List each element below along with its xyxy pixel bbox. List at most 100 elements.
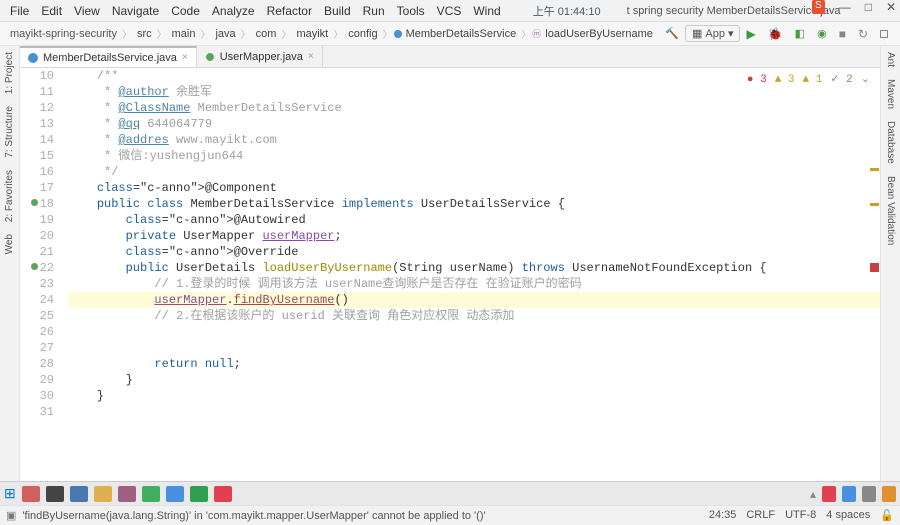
ime-icon[interactable]: S [812,0,825,14]
task-icon[interactable] [94,486,112,502]
search-button[interactable] [874,30,894,38]
window-title-tail: t spring security MemberDetailsService.j… [627,5,841,17]
task-icon[interactable] [142,486,160,502]
tool-maven[interactable]: Maven [885,73,896,115]
minimize-icon[interactable]: — [839,0,851,14]
chevron-down-icon[interactable]: ⌄ [861,72,870,88]
task-icon[interactable] [22,486,40,502]
menu-analyze[interactable]: Analyze [206,2,261,20]
update-button[interactable]: ↻ [852,27,874,41]
crumb-com[interactable]: com [252,28,281,40]
menu-vcs[interactable]: VCS [431,2,468,20]
line-separator[interactable]: CRLF [746,509,775,522]
profile-button[interactable]: ◉ [811,27,833,40]
chevron-right-icon: 〉 [332,26,344,41]
class-icon [28,53,38,63]
status-bar: ▣ 'findByUsername(java.lang.String)' in … [0,505,900,525]
class-icon [394,30,402,38]
tray-icon[interactable] [882,486,896,502]
run-config-dropdown[interactable]: ▦ App ▾ [685,25,741,42]
task-icon[interactable] [190,486,208,502]
debug-button[interactable]: 🐞 [762,27,789,41]
tool-web[interactable]: Web [4,228,15,260]
menu-code[interactable]: Code [165,2,206,20]
tray-icon[interactable] [842,486,856,502]
error-stripe[interactable] [868,88,880,484]
method-icon: ⓜ [532,27,541,40]
tray-icon[interactable]: ▴ [810,487,816,501]
window-controls: S — □ ✕ [812,0,896,14]
tool-structure[interactable]: 7: Structure [4,100,15,164]
code-content[interactable]: ● 3 ▲ 3 ▲ 1 ✓ 2 ⌄ /** * @author 余胜军 * @C… [60,68,880,484]
readonly-icon[interactable]: 🔓 [880,509,894,522]
task-icon[interactable] [166,486,184,502]
chevron-right-icon: 〉 [199,26,211,41]
tool-database[interactable]: Database [885,115,896,170]
menu-bar: File Edit View Navigate Code Analyze Ref… [0,0,900,22]
menu-run[interactable]: Run [357,2,391,20]
check-count: ✓ 2 [830,72,852,88]
menu-edit[interactable]: Edit [35,2,68,20]
chevron-right-icon: 〉 [240,26,252,41]
left-tool-strip: 1: Project 7: Structure 2: Favorites Web [0,46,20,484]
time-widget: 上午 01:44:10 [527,3,607,19]
status-message: 'findByUsername(java.lang.String)' in 'c… [22,510,708,522]
task-icon[interactable] [118,486,136,502]
close-icon[interactable]: × [182,52,188,63]
chevron-right-icon: 〉 [520,26,532,41]
crumb-method[interactable]: loadUserByUsername [541,28,657,40]
tool-project[interactable]: 1: Project [4,46,15,100]
tab-user-mapper[interactable]: UserMapper.java × [197,46,323,67]
inspection-widget[interactable]: ● 3 ▲ 3 ▲ 1 ✓ 2 ⌄ [747,72,870,88]
crumb-mayikt[interactable]: mayikt [292,28,332,40]
tool-bean-validation[interactable]: Bean Validation [885,170,896,251]
tab-member-details[interactable]: MemberDetailsService.java × [20,46,197,67]
warn-count-1: ▲ 3 [775,72,795,88]
file-encoding[interactable]: UTF-8 [785,509,816,522]
warn-count-2: ▲ 1 [803,72,823,88]
code-editor[interactable]: 1011121314151617181920212223242526272829… [20,68,880,484]
menu-build[interactable]: Build [318,2,357,20]
chevron-right-icon: 〉 [382,26,394,41]
task-icon[interactable] [70,486,88,502]
tray-icon[interactable] [822,486,836,502]
task-icon[interactable] [46,486,64,502]
editor-body: 1: Project 7: Structure 2: Favorites Web… [0,46,900,484]
crumb-src[interactable]: src [133,28,156,40]
start-button[interactable]: ⊞ [4,485,16,502]
menu-tools[interactable]: Tools [391,2,431,20]
interface-icon [205,52,215,62]
tab-label: UserMapper.java [220,51,303,63]
crumb-java[interactable]: java [211,28,239,40]
run-button[interactable]: ▶ [740,27,761,41]
tool-ant[interactable]: Ant [885,46,896,73]
caret-position[interactable]: 24:35 [709,509,737,522]
coverage-button[interactable]: ◧ [789,27,811,40]
menu-window[interactable]: Wind [467,2,506,20]
tray-icon[interactable] [862,486,876,502]
show-tool-windows-icon[interactable]: ▣ [6,509,16,522]
close-icon[interactable]: × [308,51,314,62]
menu-navigate[interactable]: Navigate [106,2,165,20]
menu-view[interactable]: View [68,2,106,20]
close-icon[interactable]: ✕ [886,0,896,14]
crumb-class[interactable]: MemberDetailsService [402,28,521,40]
line-gutter: 1011121314151617181920212223242526272829… [20,68,60,484]
crumb-main[interactable]: main [168,28,200,40]
chevron-right-icon: 〉 [280,26,292,41]
editor-tabs: MemberDetailsService.java × UserMapper.j… [20,46,880,68]
os-taskbar: ⊞ ▴ [0,481,900,505]
menu-refactor[interactable]: Refactor [261,2,318,20]
menu-file[interactable]: File [4,2,35,20]
crumb-config[interactable]: config [344,28,381,40]
tool-favorites[interactable]: 2: Favorites [4,164,15,228]
maximize-icon[interactable]: □ [865,0,872,14]
build-button[interactable]: 🔨 [659,27,685,40]
chevron-right-icon: 〉 [156,26,168,41]
indent-info[interactable]: 4 spaces [826,509,870,522]
task-icon[interactable] [214,486,232,502]
navigation-bar: mayikt-spring-security〉 src〉 main〉 java〉… [0,22,900,46]
status-right: 24:35 CRLF UTF-8 4 spaces 🔓 [709,509,894,522]
stop-button[interactable]: ■ [833,27,852,41]
crumb-project[interactable]: mayikt-spring-security [6,28,121,40]
